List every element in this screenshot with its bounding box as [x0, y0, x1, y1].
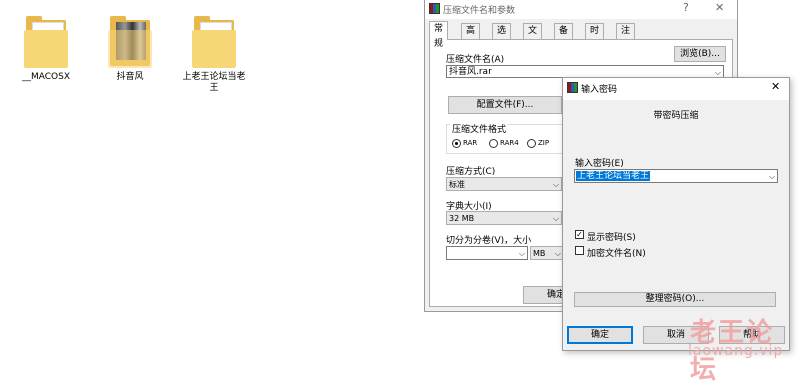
method-value: 标准	[449, 180, 465, 189]
folder-label: 抖音风	[116, 72, 144, 82]
method-select[interactable]: 标准 ⌵	[446, 177, 562, 191]
tab-comment[interactable]: 注释	[616, 23, 636, 51]
password-value: 上老王论坛当老王	[576, 171, 651, 181]
split-unit-select[interactable]: MB ⌵	[530, 246, 564, 260]
folder-label: 上老王论坛当老王	[182, 72, 246, 93]
profiles-button[interactable]: 配置文件(F)...	[448, 96, 562, 114]
password-dialog-title: 输入密码	[581, 85, 618, 95]
folder-icon	[192, 16, 236, 68]
folder-photo-icon	[108, 16, 152, 68]
format-rar-label: RAR	[463, 139, 478, 147]
organize-passwords-button[interactable]: 整理密码(O)...	[574, 292, 776, 307]
dictionary-select[interactable]: 32 MB ⌵	[446, 211, 562, 225]
format-rar4-label: RAR4	[500, 139, 519, 147]
tab-files[interactable]: 文件	[523, 23, 543, 51]
archive-dialog-title: 压缩文件名和参数	[443, 6, 516, 16]
help-icon[interactable]: ?	[683, 1, 689, 14]
tab-time[interactable]: 时间	[585, 23, 605, 51]
close-icon[interactable]: ✕	[715, 1, 724, 14]
method-label: 压缩方式(C)	[446, 167, 496, 177]
archive-dialog-titlebar[interactable]: 压缩文件名和参数 ? ✕	[425, 0, 737, 19]
close-icon[interactable]: ✕	[771, 80, 780, 93]
tab-backup[interactable]: 备份	[554, 23, 574, 51]
desktop-folder-macosx[interactable]: __MACOSX	[14, 16, 78, 83]
winrar-icon	[429, 3, 440, 14]
split-unit-value: MB	[533, 249, 546, 258]
format-rar4-radio[interactable]	[489, 139, 498, 148]
chevron-down-icon[interactable]: ⌵	[519, 247, 525, 260]
watermark-url: laowang.vip	[688, 343, 784, 359]
chevron-down-icon: ⌵	[554, 249, 561, 258]
password-dialog-titlebar[interactable]: 输入密码 ✕	[563, 78, 789, 100]
tab-options[interactable]: 选项	[492, 23, 512, 51]
desktop-folder-laowang[interactable]: 上老王论坛当老王	[182, 16, 246, 94]
archive-name-label: 压缩文件名(A)	[446, 55, 505, 65]
chevron-down-icon: ⌵	[552, 180, 559, 189]
dictionary-value: 32 MB	[449, 214, 475, 223]
winrar-icon	[567, 82, 578, 93]
password-heading: 带密码压缩	[653, 111, 699, 121]
encrypt-names-checkbox[interactable]	[575, 246, 584, 255]
folder-label: __MACOSX	[21, 72, 70, 82]
desktop-folder-douyinfeng[interactable]: 抖音风	[98, 16, 162, 83]
split-label: 切分为分卷(V)，大小	[446, 236, 532, 246]
tab-general[interactable]: 常规	[429, 21, 449, 49]
show-password-checkbox[interactable]: ✓	[575, 230, 584, 239]
password-ok-button[interactable]: 确定	[567, 326, 633, 344]
archive-name-value: 抖音风.rar	[449, 67, 492, 77]
format-zip-radio[interactable]	[527, 139, 536, 148]
format-rar-radio[interactable]	[452, 139, 461, 148]
folder-icon	[24, 16, 68, 68]
password-input[interactable]: 上老王论坛当老王 ⌵	[574, 169, 778, 183]
format-label: 压缩文件格式	[450, 122, 509, 135]
chevron-down-icon[interactable]: ⌵	[769, 170, 775, 183]
browse-button[interactable]: 浏览(B)...	[674, 46, 726, 62]
format-zip-label: ZIP	[538, 139, 550, 147]
encrypt-names-label: 加密文件名(N)	[587, 249, 646, 259]
password-dialog: 输入密码 ✕ 带密码压缩 输入密码(E) 上老王论坛当老王 ⌵ ✓ 显示密码(S…	[562, 77, 790, 351]
tab-advanced[interactable]: 高级	[461, 23, 481, 51]
show-password-label: 显示密码(S)	[587, 233, 636, 243]
chevron-down-icon: ⌵	[552, 214, 559, 223]
split-size-input[interactable]: ⌵	[446, 246, 528, 260]
password-label: 输入密码(E)	[575, 159, 624, 169]
